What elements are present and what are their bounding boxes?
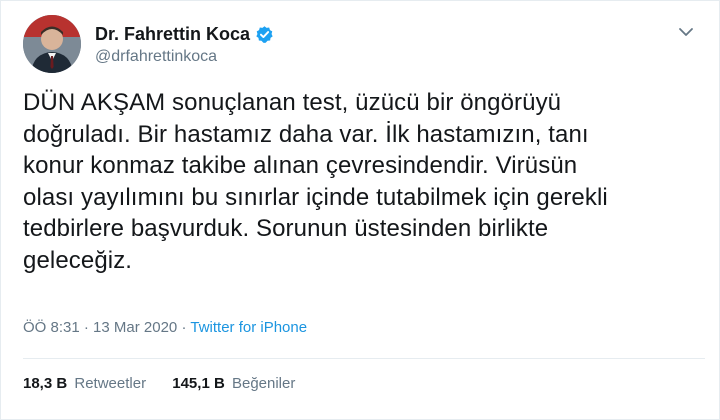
tweet-meta: ÖÖ 8:31 · 13 Mar 2020 · Twitter for iPho… — [23, 319, 307, 336]
likes-count: 145,1 B — [172, 375, 225, 392]
retweets-stat[interactable]: 18,3 B Retweetler — [23, 375, 146, 392]
tweet-text-line: tedbirlere başvurduk. Sorunun üstesinden… — [23, 215, 549, 242]
tweet-text-line: konur konmaz takibe alınan çevresindendi… — [23, 152, 578, 179]
tweet-stats: 18,3 B Retweetler 145,1 B Beğeniler — [23, 375, 317, 392]
tweet-card: Dr. Fahrettin Koca @drfahrettinkoca DÜN … — [0, 0, 720, 420]
tweet-text: DÜN AKŞAM sonuçlanan test, üzücü bir öng… — [23, 87, 703, 276]
tweet-text-line: doğruladı. Bir hastamız daha var. İlk ha… — [23, 120, 589, 148]
tweet-time[interactable]: ÖÖ 8:31 — [23, 319, 80, 336]
verified-badge-icon — [255, 25, 274, 44]
divider — [23, 358, 705, 359]
display-name[interactable]: Dr. Fahrettin Koca — [95, 24, 250, 45]
author-names: Dr. Fahrettin Koca @drfahrettinkoca — [95, 23, 274, 66]
meta-separator: · — [181, 319, 187, 336]
tweet-text-line: geleceğiz. — [23, 246, 133, 274]
likes-stat[interactable]: 145,1 B Beğeniler — [172, 375, 295, 392]
retweets-label: Retweetler — [74, 375, 147, 392]
tweet-date[interactable]: 13 Mar 2020 — [93, 319, 177, 336]
avatar[interactable] — [23, 15, 81, 73]
tweet-header: Dr. Fahrettin Koca @drfahrettinkoca — [23, 15, 703, 75]
likes-label: Beğeniler — [231, 375, 296, 392]
chevron-down-icon[interactable] — [675, 21, 697, 43]
handle[interactable]: @drfahrettinkoca — [95, 48, 274, 66]
tweet-text-line: DÜN AKŞAM sonuçlanan test, üzücü bir öng… — [23, 89, 562, 116]
retweets-count: 18,3 B — [23, 375, 68, 392]
meta-separator: · — [83, 319, 89, 336]
tweet-text-line: olası yayılımını bu sınırlar içinde tuta… — [23, 183, 608, 211]
tweet-source-link[interactable]: Twitter for iPhone — [190, 319, 307, 336]
